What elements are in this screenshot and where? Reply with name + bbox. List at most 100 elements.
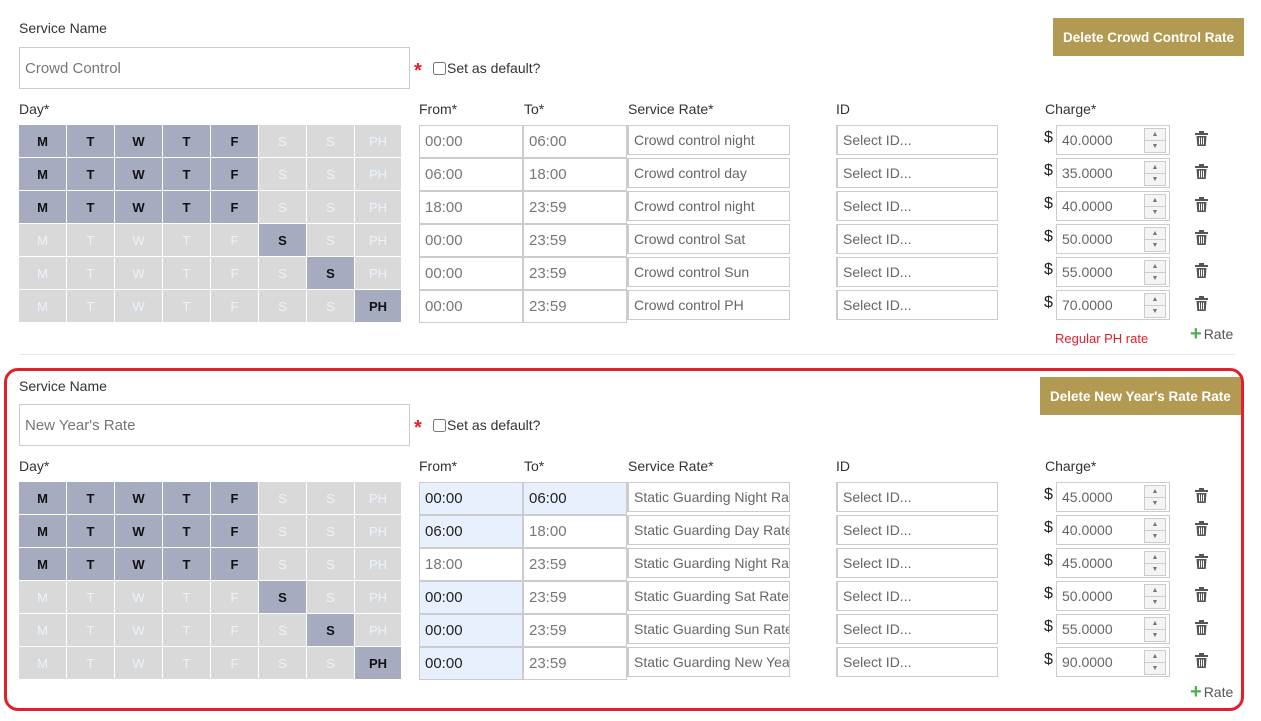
day-toggle-s[interactable]: S (307, 614, 355, 647)
delete-row-trash-icon[interactable] (1195, 164, 1208, 179)
day-toggle-t[interactable]: T (67, 482, 115, 515)
day-toggle-s[interactable]: S (259, 515, 307, 548)
day-toggle-f[interactable]: F (211, 158, 259, 191)
day-toggle-f[interactable]: F (211, 257, 259, 290)
day-toggle-f[interactable]: F (211, 125, 259, 158)
day-toggle-m[interactable]: M (19, 515, 67, 548)
delete-row-trash-icon[interactable] (1195, 131, 1208, 146)
charge-spinner[interactable]: ▲ ▼ (1144, 227, 1166, 252)
charge-spinner[interactable]: ▲ ▼ (1144, 194, 1166, 219)
to-time-input[interactable] (523, 614, 627, 647)
day-toggle-m[interactable]: M (19, 191, 67, 224)
day-toggle-ph[interactable]: PH (355, 548, 402, 581)
day-toggle-ph[interactable]: PH (355, 125, 402, 158)
from-time-input[interactable] (419, 515, 523, 548)
spinner-down-icon[interactable]: ▼ (1145, 531, 1165, 542)
charge-input[interactable]: 90.0000 ▲ ▼ (1056, 647, 1170, 677)
day-toggle-t[interactable]: T (163, 290, 211, 323)
day-toggle-s[interactable]: S (307, 290, 355, 323)
day-toggle-s[interactable]: S (307, 257, 355, 290)
day-toggle-s[interactable]: S (259, 647, 307, 680)
spinner-up-icon[interactable]: ▲ (1145, 486, 1165, 498)
to-time-input[interactable] (523, 515, 627, 548)
day-toggle-t[interactable]: T (67, 614, 115, 647)
from-time-input[interactable] (419, 158, 523, 191)
add-rate-button[interactable]: + Rate (1190, 324, 1233, 344)
from-time-input[interactable] (419, 191, 523, 224)
day-toggle-s[interactable]: S (259, 191, 307, 224)
day-toggle-t[interactable]: T (67, 224, 115, 257)
id-select[interactable]: Select ID... (836, 290, 998, 320)
to-time-input[interactable] (523, 191, 627, 224)
day-toggle-s[interactable]: S (259, 290, 307, 323)
spinner-down-icon[interactable]: ▼ (1145, 306, 1165, 317)
day-toggle-t[interactable]: T (163, 647, 211, 680)
spinner-up-icon[interactable]: ▲ (1145, 585, 1165, 597)
delete-row-trash-icon[interactable] (1195, 230, 1208, 245)
delete-row-trash-icon[interactable] (1195, 263, 1208, 278)
to-time-input[interactable] (523, 548, 627, 581)
spinner-up-icon[interactable]: ▲ (1145, 162, 1165, 174)
day-toggle-f[interactable]: F (211, 581, 259, 614)
set-default-checkbox[interactable] (433, 61, 446, 75)
day-toggle-s[interactable]: S (307, 581, 355, 614)
charge-spinner[interactable]: ▲ ▼ (1144, 485, 1166, 510)
service-rate-select[interactable]: Static Guarding Sat Rate (627, 581, 790, 611)
set-default-option[interactable]: Set as default? (433, 60, 540, 76)
day-toggle-t[interactable]: T (163, 191, 211, 224)
id-select[interactable]: Select ID... (836, 581, 998, 611)
day-toggle-s[interactable]: S (259, 548, 307, 581)
service-rate-select[interactable]: Static Guarding New Year Rate (627, 647, 790, 677)
day-toggle-w[interactable]: W (115, 581, 163, 614)
service-rate-select[interactable]: Crowd control PH (627, 290, 790, 320)
charge-spinner[interactable]: ▲ ▼ (1144, 650, 1166, 675)
day-toggle-ph[interactable]: PH (355, 158, 402, 191)
service-rate-select[interactable]: Static Guarding Day Rate (627, 515, 790, 545)
to-time-input[interactable] (523, 482, 627, 515)
charge-spinner[interactable]: ▲ ▼ (1144, 551, 1166, 576)
day-toggle-ph[interactable]: PH (355, 191, 402, 224)
spinner-up-icon[interactable]: ▲ (1145, 618, 1165, 630)
day-toggle-m[interactable]: M (19, 290, 67, 323)
day-toggle-s[interactable]: S (259, 482, 307, 515)
id-select[interactable]: Select ID... (836, 224, 998, 254)
id-select[interactable]: Select ID... (836, 257, 998, 287)
from-time-input[interactable] (419, 548, 523, 581)
from-time-input[interactable] (419, 224, 523, 257)
spinner-up-icon[interactable]: ▲ (1145, 651, 1165, 663)
day-toggle-f[interactable]: F (211, 290, 259, 323)
day-toggle-ph[interactable]: PH (355, 515, 402, 548)
from-time-input[interactable] (419, 125, 523, 158)
service-rate-select[interactable]: Crowd control Sat (627, 224, 790, 254)
day-toggle-m[interactable]: M (19, 581, 67, 614)
day-toggle-s[interactable]: S (307, 548, 355, 581)
charge-input[interactable]: 40.0000 ▲ ▼ (1056, 125, 1170, 155)
day-toggle-t[interactable]: T (67, 191, 115, 224)
day-toggle-m[interactable]: M (19, 257, 67, 290)
day-toggle-t[interactable]: T (163, 581, 211, 614)
day-toggle-m[interactable]: M (19, 224, 67, 257)
day-toggle-s[interactable]: S (307, 125, 355, 158)
to-time-input[interactable] (523, 158, 627, 191)
day-toggle-s[interactable]: S (307, 224, 355, 257)
service-rate-select[interactable]: Static Guarding Night Rate (627, 482, 790, 512)
day-toggle-f[interactable]: F (211, 224, 259, 257)
day-toggle-t[interactable]: T (163, 158, 211, 191)
day-toggle-s[interactable]: S (259, 158, 307, 191)
charge-spinner[interactable]: ▲ ▼ (1144, 293, 1166, 318)
service-name-input[interactable] (19, 47, 410, 89)
delete-row-trash-icon[interactable] (1195, 653, 1208, 668)
day-toggle-t[interactable]: T (67, 290, 115, 323)
spinner-down-icon[interactable]: ▼ (1145, 174, 1165, 185)
from-time-input[interactable] (419, 647, 523, 680)
from-time-input[interactable] (419, 614, 523, 647)
id-select[interactable]: Select ID... (836, 482, 998, 512)
spinner-up-icon[interactable]: ▲ (1145, 519, 1165, 531)
spinner-up-icon[interactable]: ▲ (1145, 261, 1165, 273)
delete-row-trash-icon[interactable] (1195, 620, 1208, 635)
from-time-input[interactable] (419, 257, 523, 290)
charge-spinner[interactable]: ▲ ▼ (1144, 518, 1166, 543)
service-rate-select[interactable]: Crowd control Sun (627, 257, 790, 287)
day-toggle-w[interactable]: W (115, 482, 163, 515)
id-select[interactable]: Select ID... (836, 647, 998, 677)
